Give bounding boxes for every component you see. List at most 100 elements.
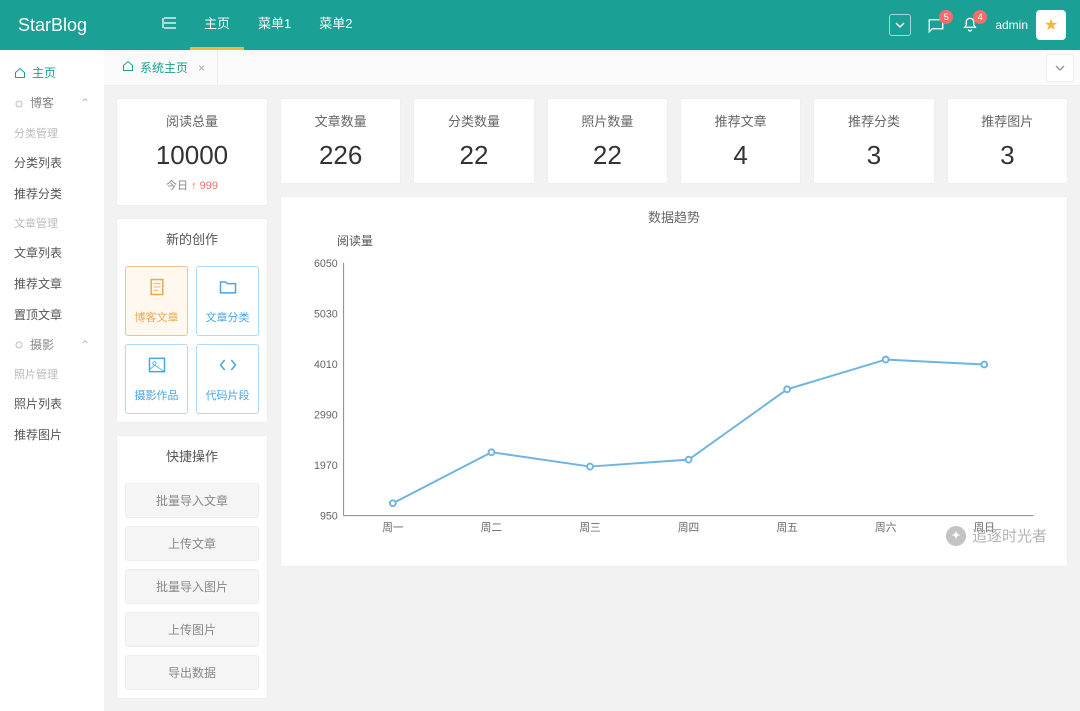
x-tick-label: 周二 — [481, 522, 503, 534]
avatar-icon: ★ — [1036, 10, 1066, 40]
quick-action-button[interactable]: 上传图片 — [125, 612, 259, 647]
stat-card: 文章数量226 — [280, 98, 401, 184]
folder-icon — [218, 277, 238, 303]
sidebar-item[interactable]: 推荐分类 — [0, 178, 104, 209]
create-item-label: 文章分类 — [206, 309, 250, 325]
x-tick-label: 周三 — [579, 522, 600, 534]
y-tick-label: 950 — [320, 511, 338, 523]
y-tick-label: 5030 — [314, 308, 338, 320]
create-item[interactable]: 摄影作品 — [125, 344, 188, 414]
x-tick-label: 周六 — [875, 522, 897, 534]
sidebar-item[interactable]: 推荐文章 — [0, 268, 104, 299]
data-point — [489, 449, 495, 455]
stat-value: 22 — [420, 140, 527, 171]
top-menu: 主页菜单1菜单2 — [190, 0, 366, 50]
data-line — [393, 360, 984, 504]
notification-icon[interactable]: 4 — [961, 16, 979, 34]
sidebar-item[interactable]: 分类列表 — [0, 147, 104, 178]
stat-value: 3 — [954, 140, 1061, 171]
stat-sub: 今日 ↑ 999 — [123, 177, 261, 193]
stat-card: 分类数量 22 — [413, 98, 534, 184]
y-tick-label: 2990 — [314, 409, 338, 421]
sidebar-subtitle: 文章管理 — [0, 209, 104, 237]
home-icon — [122, 60, 134, 75]
chart-legend: 阅读量 — [337, 232, 1053, 249]
data-point — [587, 464, 593, 470]
marker-icon — [14, 340, 24, 350]
stat-value: 10000 — [123, 140, 261, 171]
sidebar-item[interactable]: 文章列表 — [0, 237, 104, 268]
sidebar-group[interactable]: 摄影⌃ — [0, 330, 104, 360]
x-tick-label: 周一 — [382, 522, 404, 534]
tabs-bar: 系统主页 × — [104, 50, 1080, 86]
new-creation-panel: 新的创作 博客文章 文章分类摄影作品 代码片段 — [116, 218, 268, 423]
chevron-up-icon: ⌃ — [80, 96, 90, 110]
stat-value: 22 — [554, 140, 661, 171]
chart-card: 数据趋势 阅读量 95019702990401050306050周一周二周三周四… — [280, 196, 1068, 567]
sidebar-subtitle: 照片管理 — [0, 360, 104, 388]
panel-title: 快捷操作 — [117, 436, 267, 475]
data-point — [390, 500, 396, 506]
message-badge: 5 — [939, 10, 953, 24]
sidebar: 主页博客⌃分类管理分类列表推荐分类文章管理文章列表推荐文章置顶文章摄影⌃照片管理… — [0, 50, 104, 711]
sidebar-group[interactable]: 博客⌃ — [0, 88, 104, 118]
top-menu-item[interactable]: 菜单2 — [305, 0, 366, 50]
stat-value: 4 — [687, 140, 794, 171]
username: admin — [995, 18, 1028, 32]
stat-label: 推荐图片 — [954, 111, 1061, 130]
tabs-more-icon[interactable] — [1046, 54, 1074, 82]
data-point — [686, 457, 692, 463]
watermark: ✦ 追逐时光者 — [946, 525, 1047, 546]
data-point — [784, 386, 790, 392]
quick-action-button[interactable]: 批量导入图片 — [125, 569, 259, 604]
sidebar-toggle-icon[interactable] — [150, 15, 190, 36]
wechat-icon: ✦ — [946, 526, 966, 546]
message-icon[interactable]: 5 — [927, 16, 945, 34]
stat-label: 照片数量 — [554, 111, 661, 130]
create-item[interactable]: 博客文章 — [125, 266, 188, 336]
sidebar-subtitle: 分类管理 — [0, 119, 104, 147]
chart-title: 数据趋势 — [295, 207, 1053, 226]
stat-card: 推荐文章 4 — [680, 98, 801, 184]
chevron-up-icon: ⌃ — [80, 338, 90, 352]
stat-value: 3 — [820, 140, 927, 171]
marker-icon — [14, 99, 24, 109]
sidebar-item[interactable]: 置顶文章 — [0, 299, 104, 330]
stat-label: 分类数量 — [420, 111, 527, 130]
sidebar-item-home[interactable]: 主页 — [0, 58, 104, 88]
create-item-label: 摄影作品 — [135, 387, 179, 403]
stat-label: 推荐文章 — [687, 111, 794, 130]
image-icon — [147, 355, 167, 381]
sidebar-item[interactable]: 推荐图片 — [0, 419, 104, 450]
panel-title: 新的创作 — [117, 219, 267, 258]
top-menu-item[interactable]: 主页 — [190, 0, 244, 50]
arrow-up-icon: ↑ — [191, 180, 197, 192]
quick-action-button[interactable]: 批量导入文章 — [125, 483, 259, 518]
stat-card: 推荐分类 3 — [813, 98, 934, 184]
code-icon — [218, 355, 238, 381]
close-icon[interactable]: × — [198, 61, 205, 75]
tab-home[interactable]: 系统主页 × — [110, 50, 218, 86]
create-item[interactable]: 代码片段 — [196, 344, 259, 414]
doc-icon — [147, 277, 167, 303]
create-item[interactable]: 文章分类 — [196, 266, 259, 336]
x-tick-label: 周五 — [776, 522, 798, 534]
dropdown-icon[interactable] — [889, 14, 911, 36]
quick-action-button[interactable]: 上传文章 — [125, 526, 259, 561]
top-menu-item[interactable]: 菜单1 — [244, 0, 305, 50]
sidebar-item[interactable]: 照片列表 — [0, 388, 104, 419]
x-tick-label: 周四 — [678, 522, 699, 534]
y-tick-label: 6050 — [314, 258, 338, 270]
stat-label: 阅读总量 — [123, 111, 261, 130]
create-item-label: 博客文章 — [135, 309, 179, 325]
quick-actions-panel: 快捷操作 批量导入文章上传文章批量导入图片上传图片导出数据 — [116, 435, 268, 699]
stat-card: 推荐图片 3 — [947, 98, 1068, 184]
stat-label: 推荐分类 — [820, 111, 927, 130]
quick-action-button[interactable]: 导出数据 — [125, 655, 259, 690]
home-icon — [14, 67, 26, 79]
stat-primary: 阅读总量 10000 今日 ↑ 999 — [116, 98, 268, 206]
line-chart: 95019702990401050306050周一周二周三周四周五周六周日 — [295, 249, 1053, 549]
create-item-label: 代码片段 — [206, 387, 250, 403]
user-menu[interactable]: admin ★ — [995, 10, 1066, 40]
stat-value: 226 — [287, 140, 394, 171]
